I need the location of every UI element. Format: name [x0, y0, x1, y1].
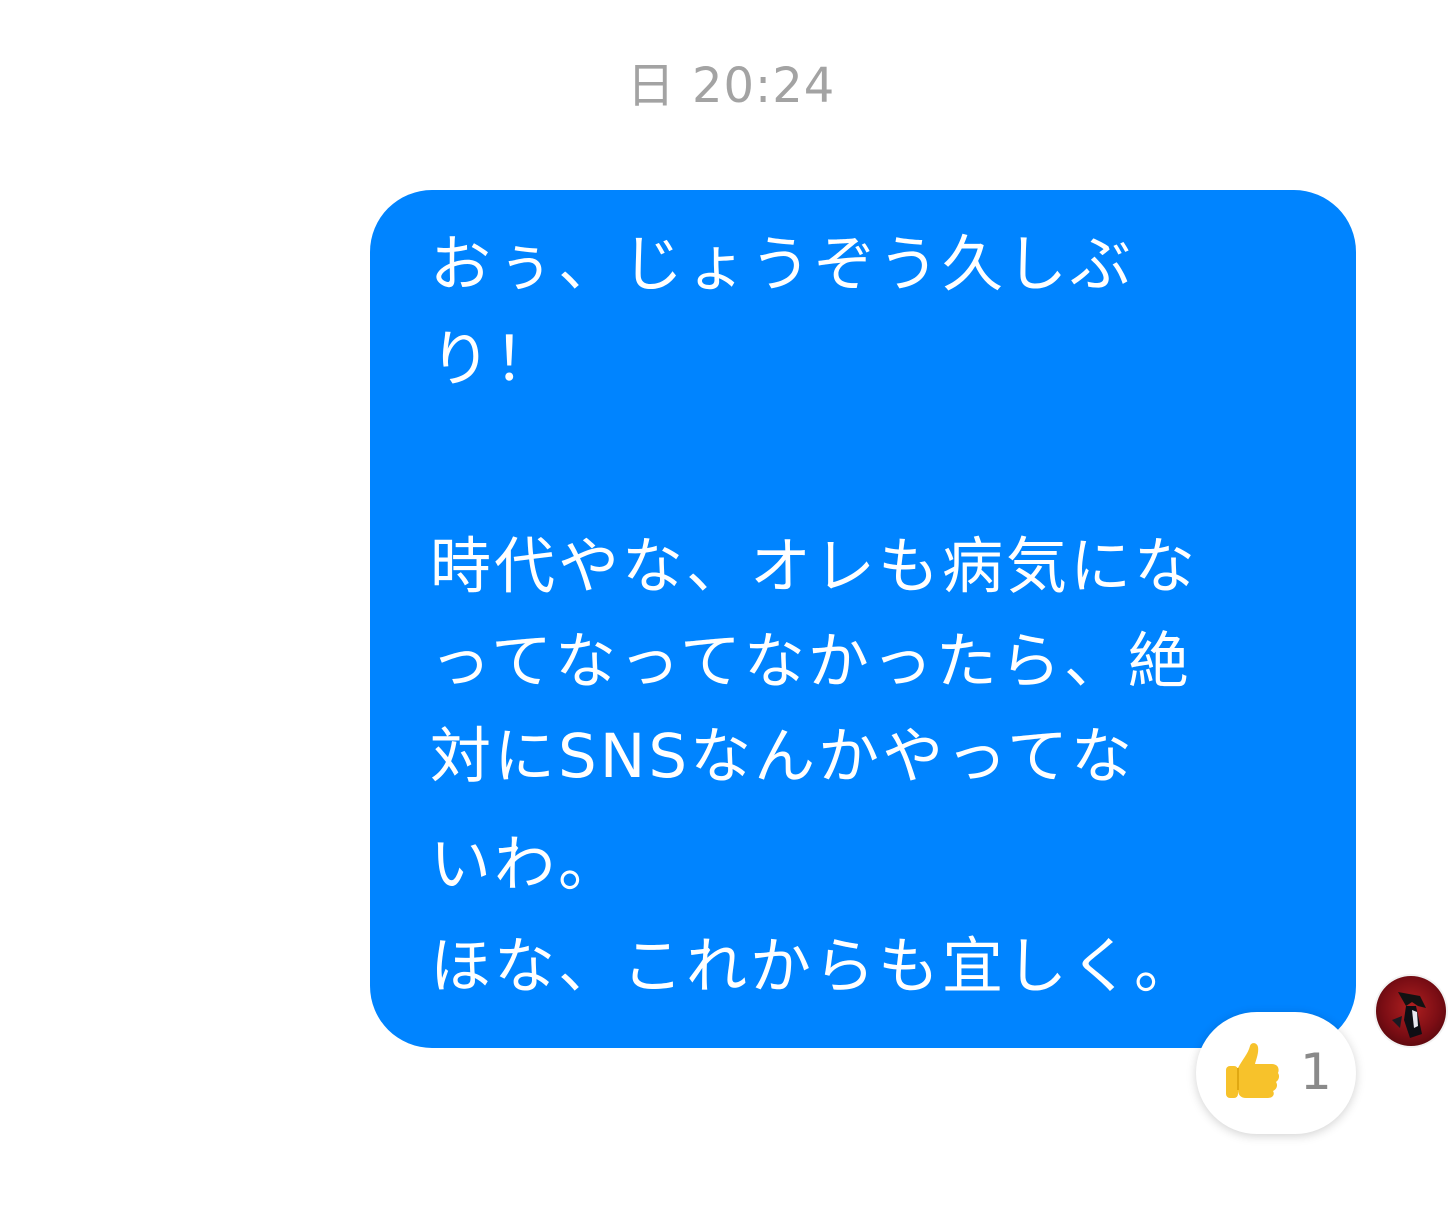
reaction-badge[interactable]: 1: [1196, 1012, 1356, 1134]
message-line: おぅ、じょうぞう久しぶ: [430, 229, 1135, 300]
message-line: 時代やな、オレも病気にな: [430, 531, 1199, 602]
seen-avatar[interactable]: [1376, 976, 1446, 1046]
message-line: り！: [430, 324, 559, 395]
message-line: ほな、これからも宜しく。: [430, 931, 1199, 1002]
message-line: 対にSNSなんかやってな: [430, 721, 1136, 792]
message-line: いわ。: [430, 829, 623, 900]
thumbs-up-icon: [1226, 1043, 1280, 1098]
message-bubble[interactable]: おぅ、じょうぞう久しぶ り！ 時代やな、オレも病気にな ってなってなかったら、絶…: [370, 190, 1356, 1048]
message-line: ってなってなかったら、絶: [430, 626, 1192, 697]
message-timestamp: 日 20:24: [626, 58, 836, 114]
reaction-count: 1: [1300, 1043, 1332, 1101]
avatar-image: [1392, 992, 1426, 1038]
